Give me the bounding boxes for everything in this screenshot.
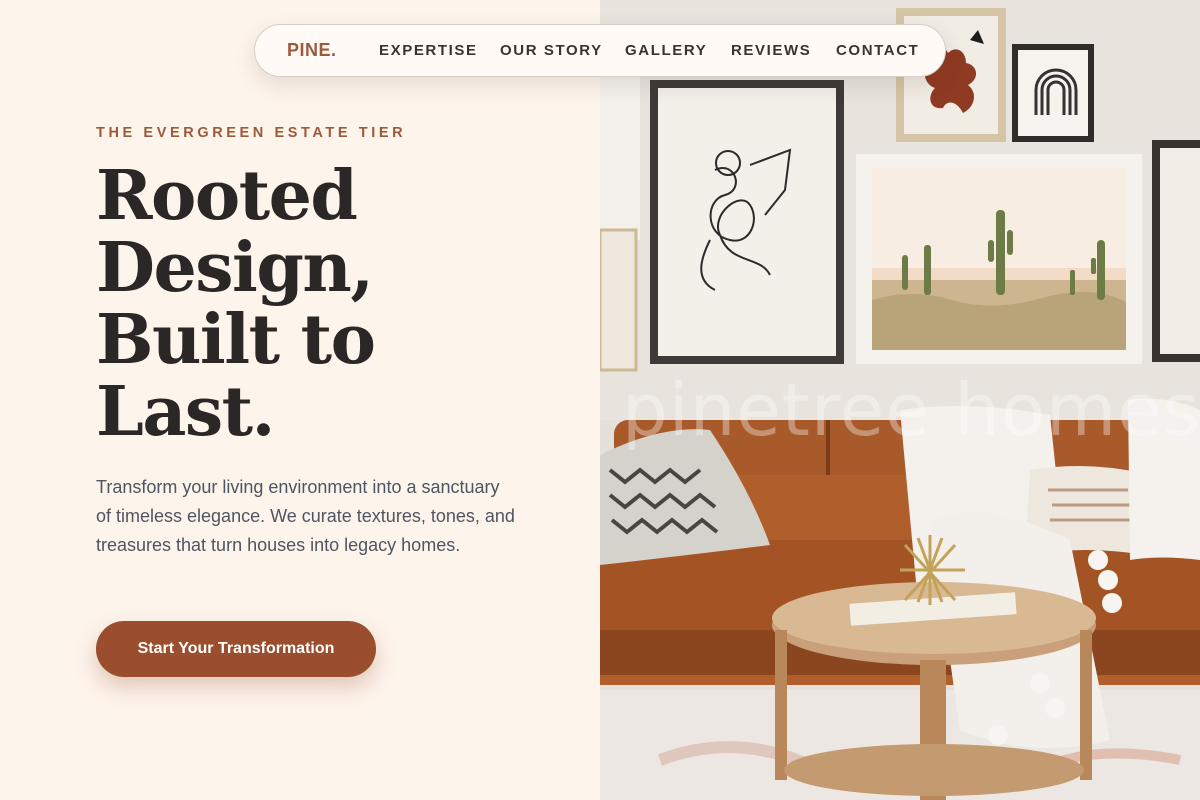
hero-left-panel: THE EVERGREEN ESTATE TIER Rooted Design,… [0,0,600,800]
top-navbar: PINE. EXPERTISE OUR STORY GALLERY REVIEW… [254,24,946,77]
headline-line-1: Rooted [96,156,358,236]
nav-link-gallery[interactable]: GALLERY [625,42,707,59]
headline-line-2: Design, [96,228,374,308]
nav-link-our-story[interactable]: OUR STORY [500,42,603,59]
brand-logo[interactable]: PINE. [287,40,337,61]
living-room-photo: pinetree homes [600,0,1200,800]
image-watermark: pinetree homes [622,368,1200,452]
headline-line-4: Last. [96,372,275,452]
hero-headline: Rooted Design, Built to Last. [96,160,556,448]
nav-link-expertise[interactable]: EXPERTISE [379,42,478,59]
hero-description: Transform your living environment into a… [96,477,515,555]
nav-link-contact[interactable]: CONTACT [836,42,919,59]
headline-line-3: Built to [96,300,376,380]
start-transformation-button[interactable]: Start Your Transformation [96,621,376,677]
hero-eyebrow: THE EVERGREEN ESTATE TIER [96,125,407,141]
nav-link-reviews[interactable]: REVIEWS [731,42,811,59]
